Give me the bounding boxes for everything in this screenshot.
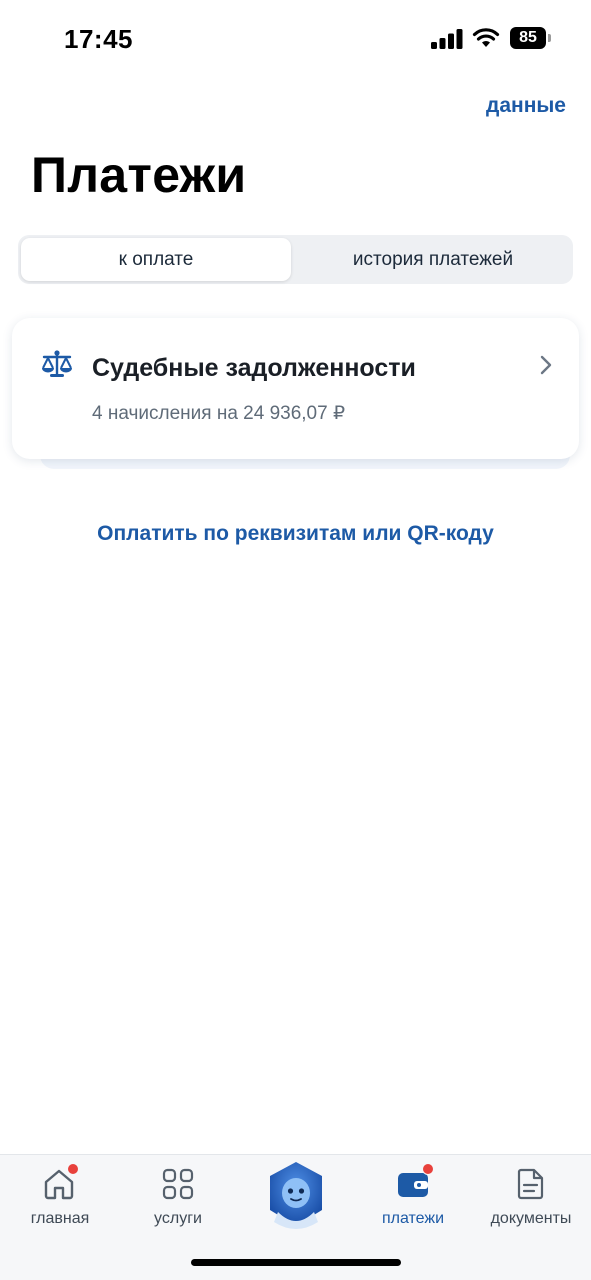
card-subtitle: 4 начисления на 24 936,07 ₽ (92, 403, 346, 424)
card-title: Судебные задолженности (92, 354, 416, 382)
chevron-right-icon (540, 355, 552, 375)
page-title: Платежи (31, 147, 247, 203)
battery-indicator: 85 (510, 27, 552, 49)
court-debts-card[interactable]: Судебные задолженности 4 начисления на 2… (12, 318, 579, 459)
payments-segmented-control: к оплате история платежей (18, 235, 573, 284)
battery-cap (548, 34, 551, 42)
cellular-signal-icon (431, 29, 463, 49)
scales-icon (42, 350, 72, 377)
assistant-robot-button[interactable] (264, 1160, 328, 1232)
status-time: 17:45 (64, 24, 133, 54)
tab-to-pay[interactable]: к оплате (21, 238, 291, 281)
status-bar: 17:45 85 (0, 0, 591, 80)
nav-label-home: главная (30, 1210, 90, 1227)
tab-payment-history[interactable]: история платежей (296, 238, 570, 281)
payments-screen: 17:45 85 данные Платежи к оплате история… (0, 0, 591, 1280)
notification-badge (67, 1163, 79, 1175)
document-icon (517, 1168, 544, 1200)
nav-item-payments[interactable]: платежи (353, 1155, 473, 1235)
wifi-icon (472, 28, 500, 47)
pay-by-details-or-qr-link[interactable]: Оплатить по реквизитам или QR-коду (0, 522, 591, 546)
nav-item-home[interactable]: главная (0, 1155, 120, 1235)
home-indicator (191, 1259, 401, 1266)
nav-item-documents[interactable]: документы (471, 1155, 591, 1235)
nav-label-documents: документы (490, 1210, 572, 1227)
nav-label-payments: платежи (381, 1210, 445, 1227)
grid-icon (162, 1168, 194, 1200)
battery-level: 85 (510, 27, 546, 49)
data-link[interactable]: данные (486, 94, 566, 118)
nav-item-services[interactable]: услуги (118, 1155, 238, 1235)
notification-badge (422, 1163, 434, 1175)
nav-label-services: услуги (154, 1210, 202, 1227)
